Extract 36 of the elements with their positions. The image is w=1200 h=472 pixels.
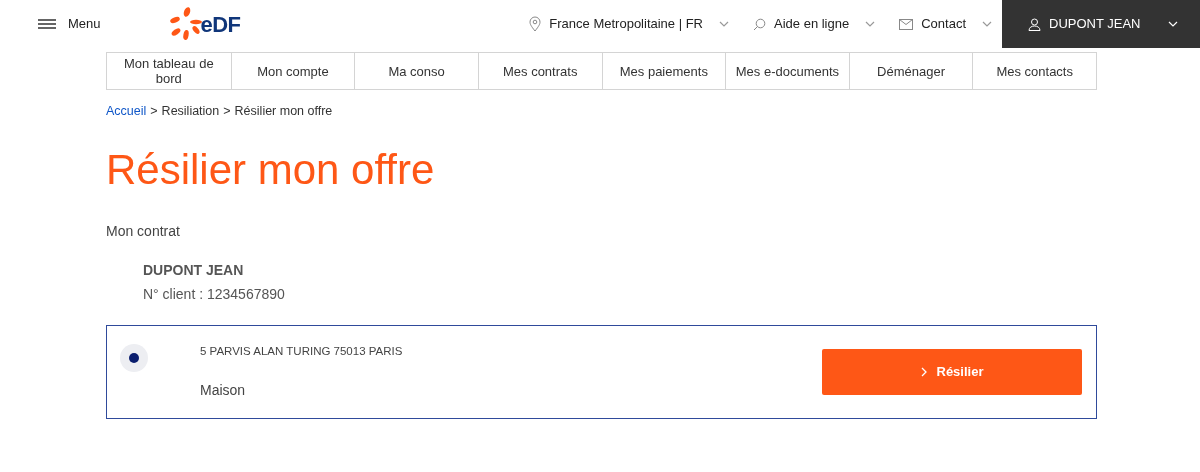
- help-menu[interactable]: Aide en ligne: [753, 14, 876, 34]
- client-number: N° client : 1234567890: [143, 284, 286, 304]
- envelope-icon: [899, 18, 914, 30]
- page-title: Résilier mon offre: [106, 144, 436, 195]
- section-label: Mon contrat: [106, 221, 181, 241]
- contract-type: Maison: [200, 380, 247, 400]
- contact-menu[interactable]: Contact: [899, 14, 992, 34]
- contract-address: 5 PARVIS ALAN TURING 75013 PARIS: [200, 343, 403, 359]
- nav-tab[interactable]: Mon compte: [230, 53, 355, 89]
- nav-tab[interactable]: Ma conso: [354, 53, 478, 89]
- nav-tab[interactable]: Mon tableau de bord: [107, 53, 231, 89]
- chevron-down-icon: [1168, 21, 1178, 27]
- chevron-right-icon: [920, 366, 927, 377]
- nav-tab[interactable]: Mes contrats: [477, 53, 602, 89]
- location-pin-icon: [529, 16, 542, 32]
- nav-tab[interactable]: Mes contacts: [972, 53, 1096, 89]
- customer-name: DUPONT JEAN: [143, 260, 245, 280]
- radio-button[interactable]: [120, 343, 148, 372]
- menu-icon: [38, 19, 56, 29]
- user-icon: [1028, 17, 1041, 31]
- chevron-down-icon: [982, 21, 992, 27]
- breadcrumb-separator: >: [150, 103, 158, 120]
- search-icon: [753, 17, 766, 31]
- breadcrumb-separator: >: [223, 103, 231, 120]
- region-selector[interactable]: France Metropolitaine | FR: [529, 14, 729, 34]
- chevron-down-icon: [719, 21, 729, 27]
- chevron-down-icon: [865, 21, 876, 27]
- nav-tab[interactable]: Déménager: [848, 53, 973, 89]
- breadcrumb-item: Resiliation: [161, 103, 220, 120]
- menu-button[interactable]: Menu: [38, 14, 101, 34]
- nav-tab[interactable]: Mes e-documents: [725, 53, 849, 89]
- breadcrumb-link[interactable]: Accueil: [106, 102, 147, 121]
- breadcrumb-item: Résilier mon offre: [234, 103, 333, 120]
- edf-logo[interactable]: eDF: [166, 6, 241, 42]
- nav-tab[interactable]: Mes paiements: [601, 53, 726, 89]
- user-menu-button[interactable]: DUPONT JEAN: [1002, 0, 1200, 48]
